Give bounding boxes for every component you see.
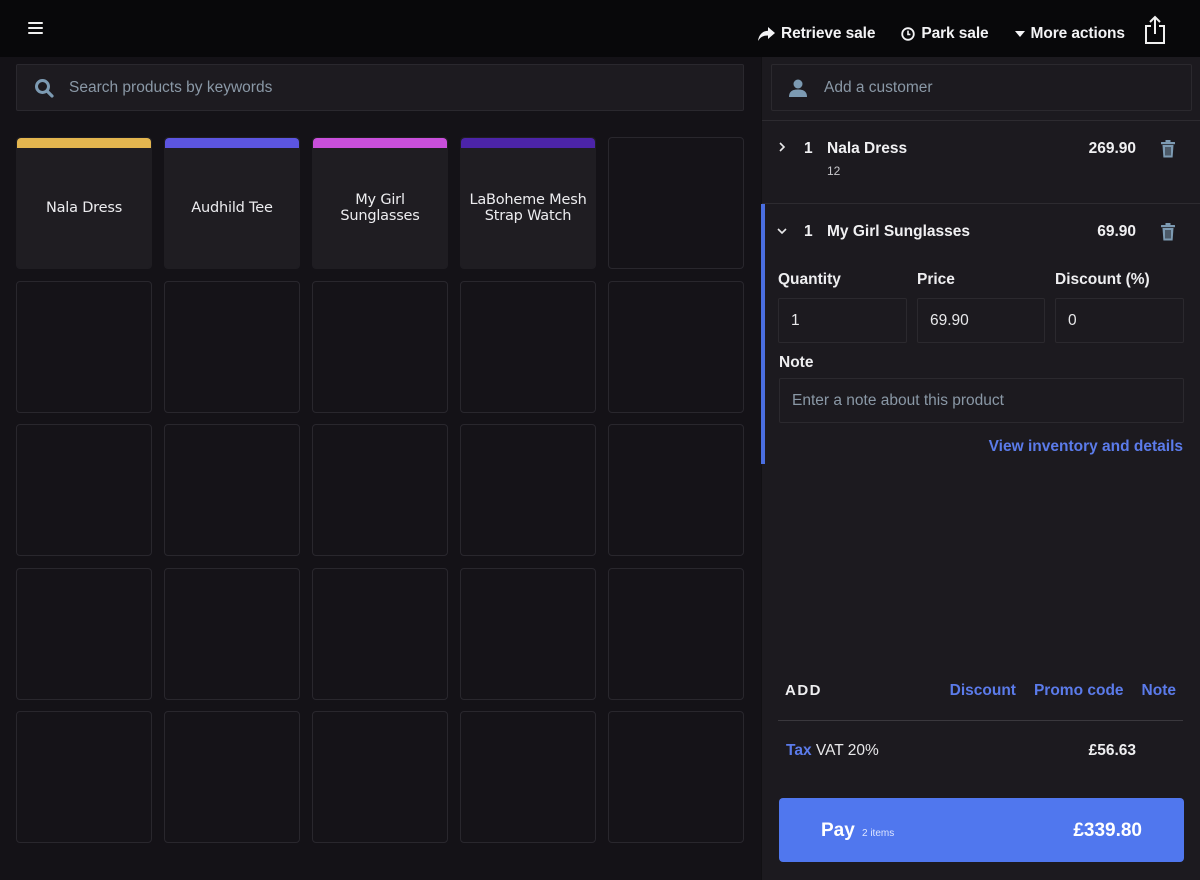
product-name: Nala Dress	[45, 200, 123, 216]
empty-product-slot[interactable]	[164, 280, 300, 413]
line-quantity: 1	[804, 223, 813, 240]
clock-icon	[901, 27, 916, 41]
add-customer-field[interactable]	[771, 64, 1192, 111]
search-icon	[35, 78, 54, 98]
discount-input[interactable]	[1055, 298, 1184, 343]
product-search-input[interactable]	[69, 78, 743, 97]
empty-product-slot[interactable]	[460, 424, 596, 556]
view-inventory-link[interactable]: View inventory and details	[989, 438, 1183, 456]
add-links: Discount Promo code Note	[950, 682, 1176, 700]
empty-product-slot[interactable]	[608, 424, 744, 556]
product-tile[interactable]: LaBoheme Mesh Strap Watch	[460, 137, 596, 269]
trash-icon[interactable]	[1160, 140, 1176, 158]
empty-product-slot[interactable]	[608, 137, 744, 269]
line-quantity: 1	[804, 140, 813, 157]
product-tile[interactable]: My Girl Sunglasses	[312, 137, 448, 269]
add-customer-input[interactable]	[824, 78, 1191, 97]
retrieve-sale-button[interactable]: Retrieve sale	[758, 25, 875, 43]
quantity-label: Quantity	[778, 271, 841, 288]
share-icon[interactable]	[1143, 15, 1167, 45]
add-label: ADD	[785, 682, 822, 699]
add-discount-link[interactable]: Discount	[950, 682, 1016, 700]
chevron-right-icon[interactable]	[776, 141, 788, 153]
empty-product-slot[interactable]	[312, 424, 448, 556]
retrieve-sale-label: Retrieve sale	[781, 25, 876, 42]
empty-product-slot[interactable]	[608, 567, 744, 700]
tax-link[interactable]: Tax	[786, 742, 812, 759]
empty-product-slot[interactable]	[608, 711, 744, 843]
line-variant: 12	[827, 164, 841, 178]
share-arrow-icon	[758, 27, 775, 41]
empty-product-slot[interactable]	[312, 567, 448, 700]
more-actions-label: More actions	[1030, 25, 1126, 42]
product-search-bar	[16, 64, 744, 111]
product-name: Audhild Tee	[191, 200, 273, 216]
product-color-bar	[461, 138, 595, 148]
quantity-input[interactable]	[778, 298, 907, 343]
empty-product-slot[interactable]	[16, 711, 152, 843]
tax-name: VAT 20%	[815, 742, 879, 759]
line-product-name: My Girl Sunglasses	[827, 223, 970, 240]
product-tile[interactable]: Audhild Tee	[164, 137, 300, 269]
hamburger-icon	[28, 22, 43, 24]
add-note-link[interactable]: Note	[1142, 682, 1176, 700]
discount-label: Discount (%)	[1055, 271, 1150, 288]
product-name: LaBoheme Mesh Strap Watch	[469, 192, 587, 224]
pay-item-count: 2 items	[862, 828, 895, 839]
park-sale-button[interactable]: Park sale	[901, 25, 989, 43]
empty-product-slot[interactable]	[16, 567, 152, 700]
note-label: Note	[779, 354, 814, 371]
price-label: Price	[917, 271, 955, 288]
line-product-name: Nala Dress	[827, 140, 908, 157]
cart-panel: 1 Nala Dress 12 269.90 1 My Girl Sunglas…	[761, 57, 1200, 880]
pay-total: £339.80	[1073, 820, 1142, 841]
empty-product-slot[interactable]	[608, 280, 744, 413]
product-tile[interactable]: Nala Dress	[16, 137, 152, 269]
user-icon	[789, 79, 807, 97]
hamburger-icon-line	[28, 27, 43, 29]
empty-product-slot[interactable]	[460, 711, 596, 843]
divider	[778, 720, 1183, 721]
price-input[interactable]	[917, 298, 1045, 343]
empty-product-slot[interactable]	[16, 424, 152, 556]
empty-product-slot[interactable]	[460, 280, 596, 413]
line-price: 69.90	[1097, 223, 1136, 240]
hamburger-icon-line	[28, 32, 43, 34]
empty-product-slot[interactable]	[164, 711, 300, 843]
empty-product-slot[interactable]	[164, 424, 300, 556]
empty-product-slot[interactable]	[312, 711, 448, 843]
product-name: My Girl Sunglasses	[340, 192, 420, 224]
top-bar: Retrieve sale Park sale More actions	[0, 0, 1200, 57]
product-color-bar	[17, 138, 151, 148]
add-promo-code-link[interactable]: Promo code	[1034, 682, 1124, 700]
cart-line-item-expanded: 1 My Girl Sunglasses 69.90 Quantity Pric…	[762, 204, 1200, 464]
pay-label: Pay	[821, 820, 855, 841]
empty-product-slot[interactable]	[312, 280, 448, 413]
sale-actions: Retrieve sale Park sale More actions	[758, 22, 1151, 46]
empty-product-slot[interactable]	[164, 567, 300, 700]
empty-product-slot[interactable]	[16, 280, 152, 413]
product-color-bar	[165, 138, 299, 148]
product-color-bar	[313, 138, 447, 148]
product-grid: Nala Dress Audhild Tee My Girl Sunglasse…	[16, 137, 744, 843]
more-actions-button[interactable]: More actions	[1014, 25, 1126, 43]
trash-icon[interactable]	[1160, 223, 1176, 241]
note-input[interactable]	[779, 378, 1184, 423]
empty-product-slot[interactable]	[460, 567, 596, 700]
hamburger-menu-button[interactable]	[26, 19, 46, 37]
tax-amount: £56.63	[1088, 742, 1136, 759]
caret-down-icon	[1014, 31, 1025, 37]
line-price: 269.90	[1088, 140, 1136, 157]
cart-line-item[interactable]: 1 Nala Dress 12 269.90	[762, 121, 1200, 203]
tax-row: Tax VAT 20% £56.63	[786, 742, 1136, 762]
pay-button[interactable]: Pay 2 items £339.80	[779, 798, 1184, 862]
chevron-down-icon[interactable]	[776, 225, 788, 237]
add-row: ADD Discount Promo code Note	[785, 682, 1176, 702]
park-sale-label: Park sale	[921, 25, 989, 42]
